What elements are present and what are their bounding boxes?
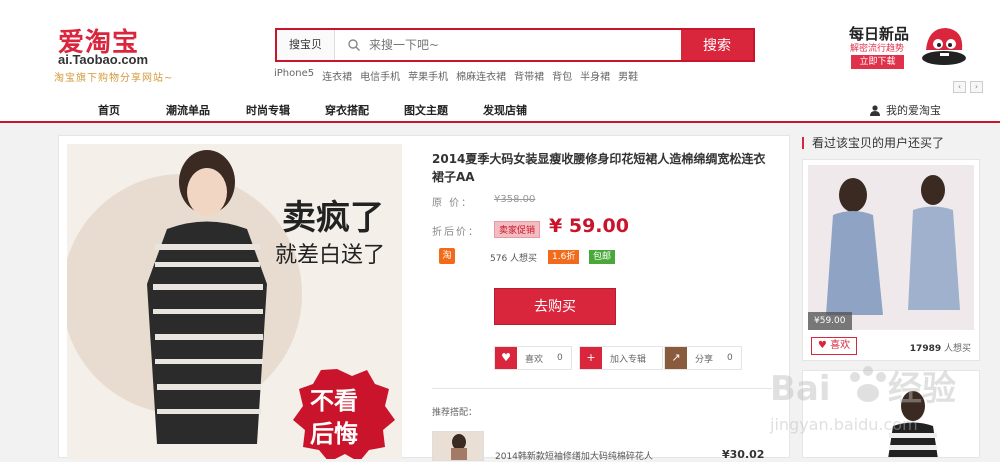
nav-item-outfits[interactable]: 穿衣搭配 [325,102,369,118]
product-image[interactable]: 卖疯了 就差白送了 不看 后悔 [67,144,402,459]
discount-badge: 1.6折 [548,250,580,264]
sidebar-title: 看过该宝贝的用户还买了 [802,137,944,149]
hotword-link[interactable]: 背带裙 [514,68,544,83]
search-bar: 搜宝贝 搜索 [275,28,755,62]
nav-item-home[interactable]: 首页 [98,102,120,118]
add-to-album-button[interactable]: + 加入专辑 [579,346,663,370]
sidebar-product-card[interactable]: ¥59.00 ♥ 喜欢 17989 人想买 [802,159,980,361]
sidebar-want-number: 17989 [909,344,942,354]
share-button[interactable]: ↗ 分享 0 [664,346,742,370]
recommend-item-title[interactable]: 2014韩新款短袖修缮加大码纯棉碎花人 [495,449,653,462]
nav-item-albums[interactable]: 时尚专辑 [246,102,290,118]
sidebar-like-label: 喜欢 [830,340,851,351]
hotword-link[interactable]: 连衣裙 [322,68,352,83]
nav-item-trends[interactable]: 潮流单品 [166,102,210,118]
like-label: 喜欢 [525,354,544,365]
search-category-select[interactable]: 搜宝贝 [277,30,335,60]
nav-item-shops[interactable]: 发现店铺 [483,102,527,118]
share-label: 分享 [695,354,714,365]
my-taobao-label: 我的爱淘宝 [886,104,941,117]
sidebar-product-price: ¥59.00 [808,312,852,330]
add-album-label: 加入专辑 [610,354,647,365]
mascot-cap-icon [922,28,966,65]
sidebar-want-suffix: 人想买 [943,344,971,354]
hotword-link[interactable]: 棉麻连衣裙 [456,68,506,83]
hotword-link[interactable]: 苹果手机 [408,68,448,83]
svg-text:Bai: Bai [770,369,831,409]
original-price-label: 原 价： [432,198,474,209]
svg-text:经验: 经验 [888,369,956,409]
site-header: 爱淘宝 ai.Taobao.com 淘宝旗下购物分享网站~ 搜宝贝 搜索 iPh… [0,0,1000,123]
logo-slogan: 淘宝旗下购物分享网站~ [54,73,174,84]
hotwords-list: iPhone5 连衣裙 电信手机 苹果手机 棉麻连衣裙 背带裙 背包 半身裙 男… [274,68,638,83]
hotword-link[interactable]: iPhone5 [274,68,314,83]
my-taobao-link[interactable]: 我的爱淘宝 [870,102,941,118]
promo-download-button[interactable]: 立即下载 [851,55,904,69]
hotword-link[interactable]: 男鞋 [618,68,638,83]
discount-price-label: 折后价： [432,227,480,238]
plus-icon: + [580,347,602,369]
product-panel: 卖疯了 就差白送了 不看 后悔 2014夏季大码女装显瘦收腰修身印花短裙人造棉绵… [58,135,790,462]
sidebar-want-count: 17989 人想买 [910,341,971,354]
image-text-mid: 就差白送了 [275,243,385,268]
product-photo: 卖疯了 就差白送了 不看 后悔 [67,144,402,459]
promo-pager: ‹ › [953,81,983,93]
share-count: 0 [727,353,733,363]
image-text-top: 卖疯了 [282,198,384,238]
search-icon [348,39,360,51]
sidebar-like-button[interactable]: ♥ 喜欢 [811,337,857,355]
recommend-thumbnail[interactable] [432,431,484,461]
share-icon: ↗ [665,347,687,369]
image-stamp-line2: 后悔 [310,420,358,448]
like-button[interactable]: ♥ 喜欢 0 [494,346,572,370]
next-arrow-icon[interactable]: › [970,81,983,93]
hotword-link[interactable]: 半身裙 [580,68,610,83]
promo-subtitle: 解密流行趋势 [850,44,905,54]
recommend-item-price: ¥30.02 [722,448,765,461]
recommend-label: 推荐搭配： [432,408,478,418]
current-price: ¥ 59.00 [549,215,629,237]
main-nav: 首页 潮流单品 时尚专辑 穿衣搭配 图文主题 发现店铺 我的爱淘宝 [0,96,1000,123]
like-count: 0 [557,353,563,363]
want-count: 576 人想买 [490,254,538,264]
search-button[interactable]: 搜索 [681,30,753,60]
buy-button[interactable]: 去购买 [494,288,616,325]
product-title: 2014夏季大码女装显瘦收腰修身印花短裙人造棉绵绸宽松连衣裙子AA [432,152,766,184]
free-shipping-badge: 包邮 [589,250,616,264]
hotword-link[interactable]: 背包 [552,68,572,83]
price-symbol: ¥ [549,215,563,237]
prev-arrow-icon[interactable]: ‹ [953,81,966,93]
hotword-link[interactable]: 电信手机 [360,68,400,83]
heart-icon: ♥ [817,340,827,351]
section-divider [432,388,772,389]
heart-icon: ♥ [495,347,517,369]
price-value: 59.00 [568,215,629,237]
search-input[interactable] [369,30,679,60]
original-price: ¥358.00 [494,194,536,205]
image-stamp-line1: 不看 [310,387,358,415]
sidebar-product-image[interactable] [808,165,974,330]
logo-domain: ai.Taobao.com [58,52,149,67]
baidu-watermark-logo: Bai 经验 jingyan.baidu.com [769,366,956,434]
user-icon [870,104,880,116]
svg-text:jingyan.baidu.com: jingyan.baidu.com [769,415,918,434]
nav-item-topics[interactable]: 图文主题 [404,102,448,118]
taobao-icon: 淘 [439,248,455,264]
promo-tag-badge: 卖家促销 [494,221,541,238]
